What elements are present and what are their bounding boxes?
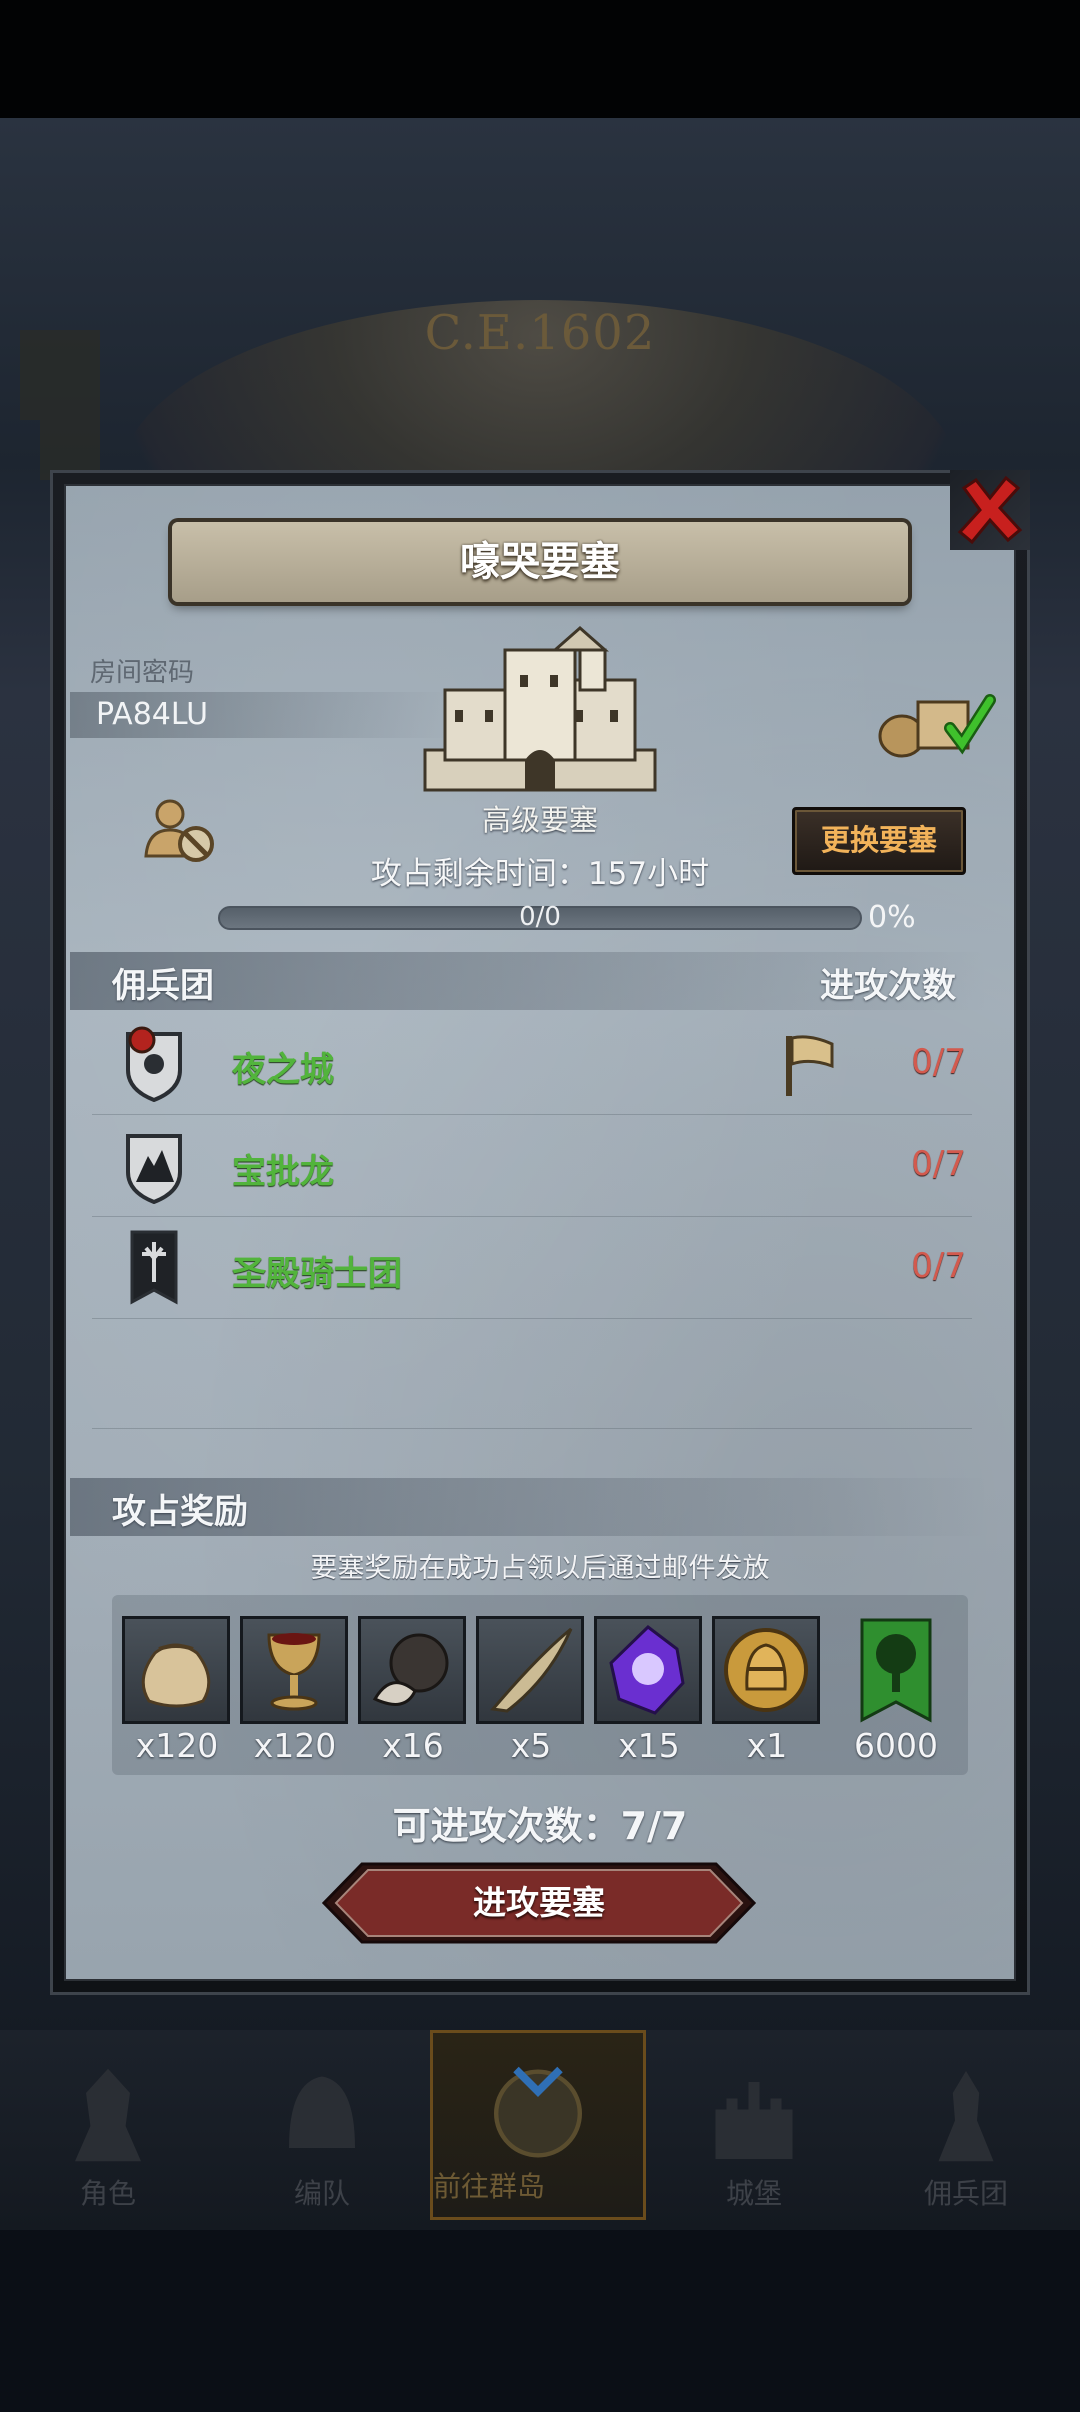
mercenary-attack-count: 0/7 (911, 1042, 966, 1082)
reward-item[interactable]: x5 (476, 1616, 586, 1765)
mountain-shield-icon (126, 1134, 182, 1204)
mercenary-row[interactable]: 宝批龙 0/7 (92, 1114, 972, 1217)
user-block-icon[interactable] (140, 790, 220, 870)
mercenary-attack-count: 0/7 (911, 1246, 966, 1286)
room-code-label: 房间密码 (90, 658, 195, 688)
reward-item[interactable]: x120 (122, 1616, 232, 1765)
knight-icon (75, 2068, 141, 2162)
reward-item[interactable]: 6000 (842, 1616, 952, 1765)
progress-percent: 0% (868, 900, 916, 935)
purple-crystal-icon (609, 1625, 685, 1715)
mercenary-row[interactable]: 夜之城 0/7 (92, 1012, 972, 1115)
reward-quantity: x15 (618, 1726, 680, 1765)
page-title: 嚎哭要塞 (460, 539, 620, 585)
reward-quantity: x5 (510, 1726, 552, 1765)
nav-label-mercenary: 佣兵团 (923, 2177, 1008, 2210)
map-shield-icon (20, 330, 100, 420)
time-remaining: 攻占剩余时间：157小时 (370, 856, 710, 892)
reward-tile (240, 1616, 348, 1724)
globe-icon (494, 2066, 582, 2158)
reward-tile (842, 1616, 950, 1724)
sword-banner-icon (130, 1230, 178, 1305)
truffle-icon (372, 1633, 449, 1706)
nav-label-islands: 前往群岛 (433, 2170, 546, 2203)
nav-character[interactable]: 角色 (8, 2040, 208, 2220)
close-icon (957, 475, 1023, 545)
reward-item[interactable]: x15 (594, 1616, 704, 1765)
reward-item[interactable]: x120 (240, 1616, 350, 1765)
reward-tile (594, 1616, 702, 1724)
storage-check-icon[interactable] (872, 682, 1002, 762)
title-banner: 嚎哭要塞 (172, 522, 908, 602)
reward-tile (712, 1616, 820, 1724)
era-label: C.E.1602 (424, 305, 656, 361)
nav-label-formation: 编队 (293, 2177, 350, 2210)
rewards-section-title: 攻占奖励 (112, 1492, 248, 1532)
helmet-icon (289, 2076, 355, 2148)
remaining-attacks: 可进攻次数：7/7 (392, 1804, 688, 1848)
fortress-image (415, 620, 665, 800)
coin-sack-icon (141, 1643, 211, 1708)
mercenary-name: 夜之城 (232, 1050, 334, 1090)
mercenary-row[interactable]: 圣殿骑士团 0/7 (92, 1216, 972, 1319)
divider (92, 1428, 972, 1429)
reward-quantity: x120 (253, 1726, 337, 1765)
nav-castle[interactable]: 城堡 (654, 2040, 854, 2220)
soldier-icon (938, 2071, 994, 2162)
fortress-level: 高级要塞 (481, 803, 598, 837)
reward-item[interactable]: x1 (712, 1616, 822, 1765)
reward-item[interactable]: x16 (358, 1616, 468, 1765)
status-bar-area (0, 0, 1080, 118)
flag-icon[interactable] (780, 1030, 840, 1100)
goblet-icon (267, 1633, 321, 1711)
change-fortress-button[interactable]: 更换要塞 (792, 807, 966, 875)
nav-formation[interactable]: 编队 (222, 2040, 422, 2220)
reward-tile (476, 1616, 584, 1724)
red-emblem-shield-icon (126, 1026, 182, 1102)
nav-go-to-islands[interactable]: 前往群岛 (430, 2030, 646, 2220)
mercenary-attack-count: 0/7 (911, 1144, 966, 1184)
reward-quantity: x120 (135, 1726, 219, 1765)
room-code[interactable]: PA84LU (96, 697, 208, 732)
nav-label-castle: 城堡 (725, 2177, 782, 2210)
mercenary-name: 圣殿骑士团 (232, 1254, 402, 1294)
attack-button-label: 进攻要塞 (473, 1883, 605, 1922)
reward-tile (122, 1616, 230, 1724)
castle-icon (715, 2082, 793, 2159)
reward-note: 要塞奖励在成功占领以后通过邮件发放 (310, 1553, 770, 1584)
nav-label-character: 角色 (79, 2177, 136, 2210)
reward-quantity: 6000 (854, 1726, 938, 1765)
nav-mercenary[interactable]: 佣兵团 (866, 2040, 1066, 2220)
reward-tile (358, 1616, 466, 1724)
horn-icon (490, 1627, 573, 1713)
reward-quantity: x16 (382, 1726, 444, 1765)
reward-quantity: x1 (746, 1726, 788, 1765)
mercenary-section-title: 佣兵团 (112, 966, 214, 1006)
mercenary-name: 宝批龙 (232, 1152, 334, 1192)
tree-banner-icon (860, 1618, 932, 1723)
progress-text: 0/0 (519, 902, 561, 932)
close-button[interactable] (950, 470, 1030, 550)
attack-count-header: 进攻次数 (820, 966, 956, 1006)
knight-helmet-medal-icon (724, 1628, 808, 1712)
